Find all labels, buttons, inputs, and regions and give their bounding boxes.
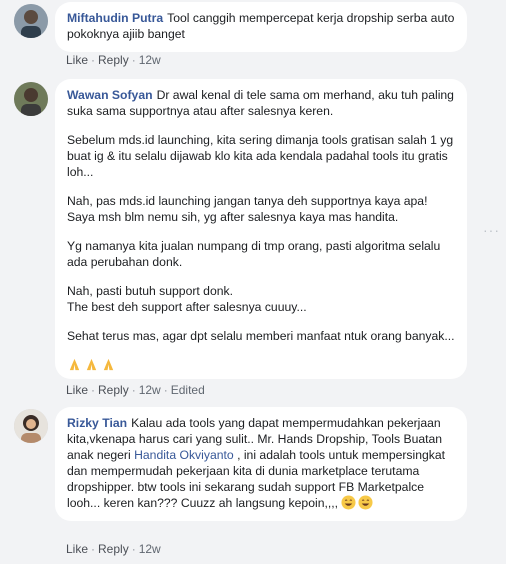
comment-actions: Like · Reply · 12w <box>66 53 161 67</box>
reply-link[interactable]: Reply <box>98 53 129 67</box>
comment-author[interactable]: Rizky Tian <box>67 416 127 430</box>
like-link[interactable]: Like <box>66 383 88 397</box>
folded-hands-emoji <box>86 358 97 371</box>
grinning-face-emoji <box>358 495 373 510</box>
reply-link[interactable]: Reply <box>98 383 129 397</box>
comment-author[interactable]: Wawan Sofyan <box>67 88 153 102</box>
comment-paragraph: Nah, pasti butuh support donk. The best d… <box>67 284 307 314</box>
avatar[interactable] <box>14 82 48 116</box>
reply-link[interactable]: Reply <box>98 542 129 556</box>
comment-bubble: Rizky Tian Kalau ada tools yang dapat mem… <box>55 407 467 521</box>
mention-link[interactable]: Handita Okviyanto <box>134 448 234 462</box>
emoji-row <box>67 357 455 373</box>
timestamp[interactable]: 12w <box>139 542 161 556</box>
avatar[interactable] <box>14 409 48 443</box>
comment-text: Rizky Tian Kalau ada tools yang dapat mem… <box>67 416 446 510</box>
grinning-face-emoji <box>341 495 356 510</box>
comment-paragraph: Sehat terus mas, agar dpt selalu memberi… <box>67 329 455 343</box>
comment-paragraph: Nah, pas mds.id launching jangan tanya d… <box>67 194 428 224</box>
comment-bubble: Miftahudin Putra Tool canggih mempercepat… <box>55 2 467 52</box>
like-link[interactable]: Like <box>66 53 88 67</box>
comment-paragraph: Sebelum mds.id launching, kita sering di… <box>67 133 454 179</box>
comment-actions: Like · Reply · 12w <box>66 542 161 556</box>
comment-text: Wawan Sofyan Dr awal kenal di tele sama o… <box>67 88 454 118</box>
folded-hands-emoji <box>69 358 80 371</box>
folded-hands-emoji <box>103 358 114 371</box>
comment-actions: Like · Reply · 12w · Edited <box>66 383 205 397</box>
avatar[interactable] <box>14 4 48 38</box>
comment-bubble: Wawan Sofyan Dr awal kenal di tele sama o… <box>55 79 467 379</box>
comment-author[interactable]: Miftahudin Putra <box>67 11 163 25</box>
timestamp[interactable]: 12w <box>139 53 161 67</box>
comment-text: Miftahudin Putra Tool canggih mempercepat… <box>67 11 455 41</box>
comment-paragraph: Yg namanya kita jualan numpang di tmp or… <box>67 239 441 269</box>
like-link[interactable]: Like <box>66 542 88 556</box>
edited-label[interactable]: Edited <box>171 383 205 397</box>
timestamp[interactable]: 12w <box>139 383 161 397</box>
more-options-dots-icon[interactable]: ··· <box>483 222 500 238</box>
